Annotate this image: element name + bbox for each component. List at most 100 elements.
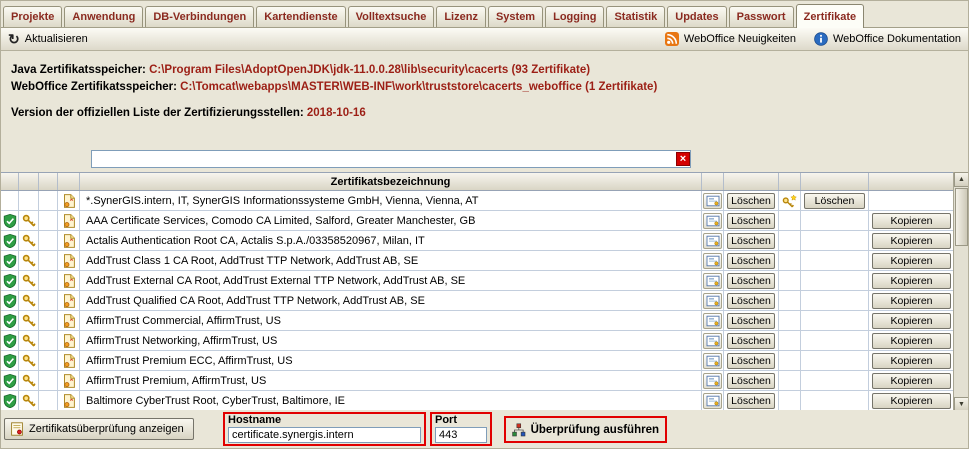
certificate-filter-input[interactable] [91,150,691,168]
copy-button[interactable]: Kopieren [872,312,951,329]
delete-button[interactable]: Löschen [727,352,775,369]
trusted-shield-icon [1,351,19,370]
tab-kartendienste[interactable]: Kartendienste [256,6,346,27]
tab-statistik[interactable]: Statistik [606,6,666,27]
tab-zertifikate[interactable]: Zertifikate [795,4,865,28]
tab-updates[interactable]: Updates [667,6,727,27]
ca-list-version-label: Version der offiziellen Liste der Zertif… [11,107,304,119]
table-row: Actalis Authentication Root CA, Actalis … [1,231,955,251]
certificate-name: Baltimore CyberTrust Root, CyberTrust, B… [80,391,702,410]
certificate-details-button[interactable] [703,272,722,289]
trusted-shield-icon [1,271,19,290]
copy-button[interactable]: Kopieren [872,392,951,409]
certificate-icon [58,271,80,290]
java-store-value: C:\Program Files\AdoptOpenJDK\jdk-11.0.0… [149,64,591,76]
refresh-label: Aktualisieren [24,33,88,45]
key-icon [19,371,39,390]
delete-button[interactable]: Löschen [727,312,775,329]
trusted-shield-icon [1,251,19,270]
trusted-shield-icon [1,391,19,410]
refresh-icon: ↻ [8,31,20,47]
delete-button[interactable]: Löschen [727,392,775,409]
key-icon [19,251,39,270]
certificate-details-button[interactable] [703,332,722,349]
certificate-details-button[interactable] [703,312,722,329]
weboffice-news-link[interactable]: WebOffice Neuigkeiten [665,32,796,46]
tab-passwort[interactable]: Passwort [728,6,794,27]
scrollbar-thumb[interactable] [955,188,968,246]
tab-lizenz[interactable]: Lizenz [436,6,486,27]
certificate-icon [58,311,80,330]
refresh-button[interactable]: ↻ Aktualisieren [8,32,88,46]
run-check-icon [512,423,526,437]
certificates-table: Zertifikatsbezeichnung *.SynerGIS.intern… [1,172,955,411]
certificate-check-icon [10,422,24,436]
ca-list-version-line: Version der offiziellen Liste der Zertif… [11,105,657,122]
tab-bar: Projekte Anwendung DB-Verbindungen Karte… [1,1,968,28]
delete-button[interactable]: Löschen [727,292,775,309]
hostname-input[interactable] [228,427,421,443]
delete-key-button[interactable]: Löschen [804,192,865,209]
show-certificate-check-button[interactable]: Zertifikatsüberprüfung anzeigen [4,418,194,440]
copy-button[interactable]: Kopieren [872,352,951,369]
certificate-details-button[interactable] [703,292,722,309]
key-icon [19,311,39,330]
certificate-details-button[interactable] [703,352,722,369]
certificate-details-button[interactable] [703,392,722,409]
tab-volltextsuche[interactable]: Volltextsuche [347,6,435,27]
news-label: WebOffice Neuigkeiten [683,33,796,45]
delete-button[interactable]: Löschen [727,232,775,249]
certificate-details-button[interactable] [703,372,722,389]
certificate-store-info: Java Zertifikatsspeicher: C:\Program Fil… [11,62,657,122]
table-row: AffirmTrust Premium, AffirmTrust, US Lös… [1,371,955,391]
hostname-highlight-box: Hostname [223,412,426,446]
certificate-icon [58,191,80,210]
copy-button[interactable]: Kopieren [872,252,951,269]
scroll-up-icon[interactable]: ▲ [954,172,968,187]
delete-button[interactable]: Löschen [727,212,775,229]
tab-logging[interactable]: Logging [545,6,605,27]
table-row: *.SynerGIS.intern, IT, SynerGIS Informat… [1,191,955,211]
delete-button[interactable]: Löschen [727,272,775,289]
tab-system[interactable]: System [487,6,544,27]
delete-button[interactable]: Löschen [727,252,775,269]
delete-button[interactable]: Löschen [727,192,775,209]
certificate-details-button[interactable] [703,252,722,269]
hostname-label: Hostname [228,414,282,426]
key-icon [19,391,39,410]
certificate-name: *.SynerGIS.intern, IT, SynerGIS Informat… [80,191,702,210]
java-store-label: Java Zertifikatsspeicher: [11,64,146,76]
rss-icon [665,32,679,46]
certificate-name: AffirmTrust Networking, AffirmTrust, US [80,331,702,350]
show-certificate-check-label: Zertifikatsüberprüfung anzeigen [29,423,184,435]
port-input[interactable] [435,427,487,443]
copy-button[interactable]: Kopieren [872,372,951,389]
delete-button[interactable]: Löschen [727,372,775,389]
port-label: Port [435,414,457,426]
certificate-icon [58,251,80,270]
weboffice-documentation-link[interactable]: WebOffice Dokumentation [814,32,961,46]
key-icon [19,211,39,230]
copy-button[interactable]: Kopieren [872,272,951,289]
tab-anwendung[interactable]: Anwendung [64,6,144,27]
tab-db-verbindungen[interactable]: DB-Verbindungen [145,6,255,27]
certificate-details-button[interactable] [703,212,722,229]
table-row: AffirmTrust Networking, AffirmTrust, US … [1,331,955,351]
certificate-name: AffirmTrust Premium ECC, AffirmTrust, US [80,351,702,370]
run-check-button[interactable]: Überprüfung ausführen [504,416,667,443]
certificate-name: AddTrust Qualified CA Root, AddTrust TTP… [80,291,702,310]
copy-button[interactable]: Kopieren [872,232,951,249]
delete-button[interactable]: Löschen [727,332,775,349]
certificate-details-button[interactable] [703,232,722,249]
column-header-certificate-name: Zertifikatsbezeichnung [80,173,702,190]
certificate-icon [58,391,80,410]
certificate-details-button[interactable] [703,192,722,209]
trusted-shield-icon [1,311,19,330]
clear-filter-icon[interactable]: × [676,152,690,166]
copy-button[interactable]: Kopieren [872,212,951,229]
copy-button[interactable]: Kopieren [872,292,951,309]
tab-projekte[interactable]: Projekte [3,6,63,27]
copy-button[interactable]: Kopieren [872,332,951,349]
table-row: AffirmTrust Premium ECC, AffirmTrust, US… [1,351,955,371]
vertical-scrollbar[interactable]: ▲ ▼ [953,172,968,412]
